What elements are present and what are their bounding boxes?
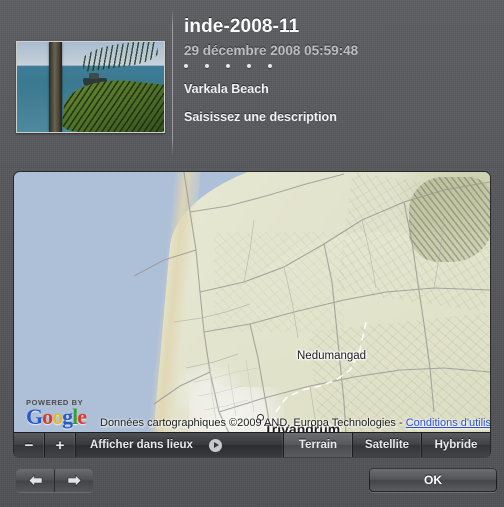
terms-of-use-link[interactable]: Conditions d'utilisation xyxy=(406,417,490,429)
header-divider xyxy=(172,9,173,156)
map-toolbar: − + Afficher dans lieux Terrain Satellit… xyxy=(14,432,490,457)
photo-datetime: 29 décembre 2008 05:59:48 xyxy=(184,43,359,58)
show-in-places-label: Afficher dans lieux xyxy=(90,439,193,451)
description-field[interactable]: Saisissez une description xyxy=(184,110,494,124)
map-type-satellite[interactable]: Satellite xyxy=(353,433,422,457)
map-credits: Données cartographiques ©2009 AND, Europ… xyxy=(100,417,406,429)
rating-dot-2[interactable] xyxy=(205,64,209,68)
thumbnail-image xyxy=(17,42,164,132)
zoom-out-button[interactable]: − xyxy=(14,433,45,457)
page-title: inde-2008-11 xyxy=(184,16,300,37)
rating-dot-1[interactable] xyxy=(184,64,188,68)
ok-button[interactable]: OK xyxy=(369,468,497,492)
map-attribution-text: Données cartographiques ©2009 AND, Europ… xyxy=(100,417,490,429)
rating-stars[interactable] xyxy=(184,64,494,68)
map-type-hybride[interactable]: Hybride xyxy=(422,433,490,457)
map-type-terrain[interactable]: Terrain xyxy=(284,433,353,457)
info-header: inde-2008-11 29 décembre 2008 05:59:48 V… xyxy=(0,0,504,165)
thumb-palm-trunk xyxy=(49,42,63,132)
footer-bar: OK xyxy=(0,459,504,507)
map-canvas[interactable]: Trivandrum Nedumangad Neyyattinkara Puva… xyxy=(14,172,490,433)
arrow-right-icon xyxy=(67,474,81,487)
rating-dot-3[interactable] xyxy=(226,64,230,68)
place-name-field[interactable]: Varkala Beach xyxy=(184,82,494,96)
map-roads xyxy=(133,172,490,433)
show-in-places-button[interactable]: Afficher dans lieux xyxy=(76,433,284,457)
photo-metadata: inde-2008-11 29 décembre 2008 05:59:48 V… xyxy=(184,16,494,124)
previous-photo-button[interactable] xyxy=(16,469,55,492)
arrow-left-icon xyxy=(28,474,42,487)
rating-dot-4[interactable] xyxy=(247,64,251,68)
photo-thumbnail[interactable] xyxy=(16,41,165,133)
rating-dot-5[interactable] xyxy=(268,64,272,68)
navigation-buttons xyxy=(16,469,93,492)
arrow-right-circle-icon xyxy=(208,438,222,452)
map-panel[interactable]: Trivandrum Nedumangad Neyyattinkara Puva… xyxy=(14,172,490,457)
map-label-nedumangad: Nedumangad xyxy=(297,350,367,362)
next-photo-button[interactable] xyxy=(55,469,93,492)
zoom-in-button[interactable]: + xyxy=(45,433,76,457)
